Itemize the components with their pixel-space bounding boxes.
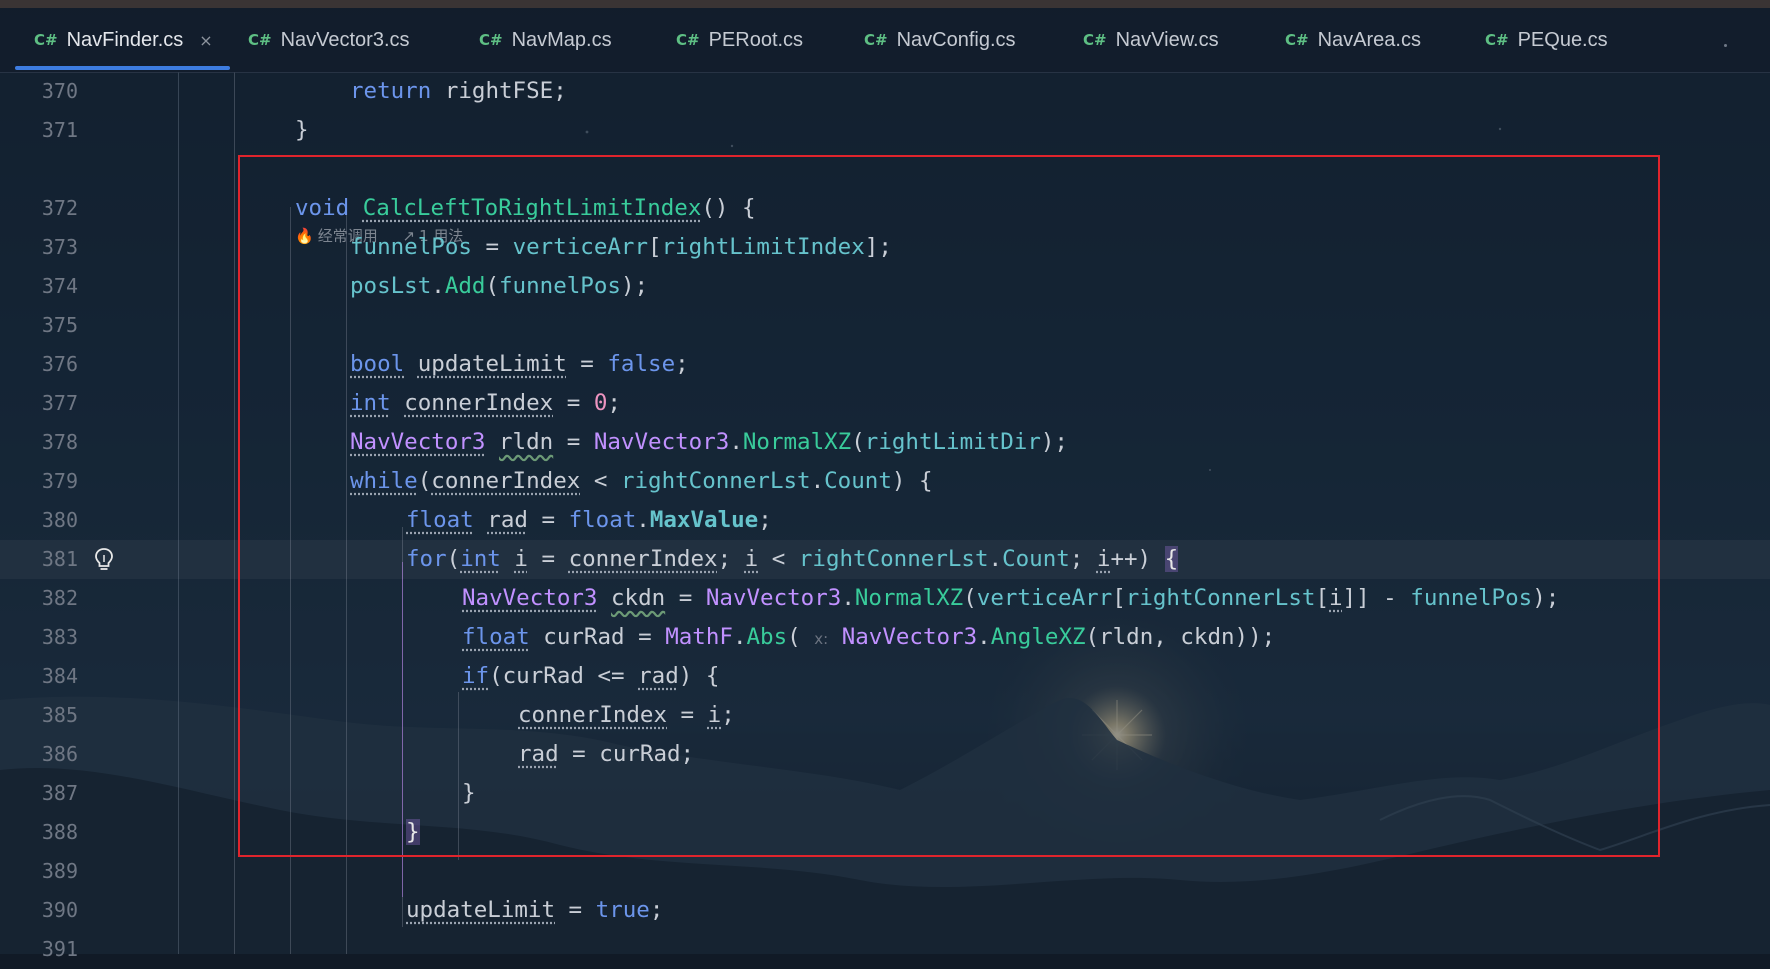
code-line[interactable]: 375 [0, 306, 1770, 345]
code-line[interactable]: 388} [0, 813, 1770, 852]
line-number: 386 [41, 742, 78, 766]
tab-label: PEQue.cs [1517, 28, 1608, 51]
code-line[interactable]: 382 NavVector3 ckdn = NavVector3.NormalXZ… [0, 579, 1770, 618]
code-line[interactable]: 371} [0, 111, 1770, 150]
csharp-file-icon: C# [479, 31, 503, 49]
code-text[interactable]: int connerIndex = 0; [350, 384, 621, 423]
code-line[interactable]: 378 NavVector3 rldn = NavVector3.NormalXZ… [0, 423, 1770, 462]
code-text[interactable]: posLst.Add(funnelPos); [350, 267, 648, 306]
line-number: 375 [41, 313, 78, 337]
line-number: 371 [41, 118, 78, 142]
tab-peroot[interactable]: C# PERoot.cs [676, 8, 803, 72]
tab-label: NavFinder.cs [66, 28, 184, 51]
tab-label: NavArea.cs [1317, 28, 1421, 51]
csharp-file-icon: C# [1285, 31, 1309, 49]
code-editor[interactable]: 🔥 经常调用 ↗ 1 用法 370 return rightFSE; 371} 372 vo… [0, 72, 1770, 961]
tab-label: NavConfig.cs [896, 28, 1016, 51]
csharp-file-icon: C# [34, 31, 58, 49]
line-number: 387 [41, 781, 78, 805]
code-line[interactable]: 386 rad = curRad; [0, 735, 1770, 774]
code-text[interactable]: } [295, 111, 309, 150]
line-number: 374 [41, 274, 78, 298]
code-text[interactable]: NavVector3 rldn = NavVector3.NormalXZ(ri… [350, 423, 1068, 462]
code-text[interactable]: return rightFSE; [350, 72, 567, 111]
line-number: 391 [41, 937, 78, 961]
tab-label: NavView.cs [1115, 28, 1219, 51]
line-number: 376 [41, 352, 78, 376]
code-line[interactable]: 370 return rightFSE; [0, 72, 1770, 111]
tab-navfinder[interactable]: C# NavFinder.cs × [34, 8, 213, 72]
code-text[interactable]: void CalcLeftToRightLimitIndex() { [295, 189, 756, 228]
close-icon[interactable]: × [199, 31, 212, 50]
tab-navconfig[interactable]: C# NavConfig.cs [864, 8, 1016, 72]
tab-label: NavMap.cs [511, 28, 612, 51]
code-line[interactable]: 389 [0, 852, 1770, 891]
tab-label: PERoot.cs [708, 28, 804, 51]
line-number: 383 [41, 625, 78, 649]
line-number: 380 [41, 508, 78, 532]
line-number: 381 [41, 547, 78, 571]
code-text[interactable]: float rad = float.MaxValue; [406, 501, 772, 540]
line-number: 388 [41, 820, 78, 844]
code-line[interactable]: 381 for(int i = connerIndex; i < rightCon… [0, 540, 1770, 579]
code-line[interactable]: 379 while(connerIndex < rightConnerLst.Co… [0, 462, 1770, 501]
code-text[interactable]: updateLimit = true; [406, 891, 663, 930]
code-text[interactable]: connerIndex = i; [518, 696, 735, 735]
line-number: 390 [41, 898, 78, 922]
code-line[interactable]: 372 void CalcLeftToRightLimitIndex() { [0, 189, 1770, 228]
csharp-file-icon: C# [864, 31, 888, 49]
code-line[interactable]: 374 posLst.Add(funnelPos); [0, 267, 1770, 306]
window-top-bar [0, 0, 1770, 8]
line-number: 373 [41, 235, 78, 259]
code-text[interactable]: float curRad = MathF.Abs( x: NavVector3.… [462, 618, 1275, 659]
line-number: 372 [41, 196, 78, 220]
code-text[interactable]: for(int i = connerIndex; i < rightConner… [406, 540, 1179, 579]
line-number: 379 [41, 469, 78, 493]
tab-navarea[interactable]: C# NavArea.cs [1285, 8, 1421, 72]
code-line[interactable]: 383 float curRad = MathF.Abs( x: NavVecto… [0, 618, 1770, 657]
code-text[interactable]: rad = curRad; [518, 735, 694, 774]
code-text[interactable]: bool updateLimit = false; [350, 345, 689, 384]
code-text[interactable]: funnelPos = verticeArr[rightLimitIndex]; [350, 228, 892, 267]
line-number: 378 [41, 430, 78, 454]
tab-navvector3[interactable]: C# NavVector3.cs [248, 8, 410, 72]
active-tab-indicator [15, 66, 230, 70]
code-text[interactable]: while(connerIndex < rightConnerLst.Count… [350, 462, 933, 501]
line-number: 385 [41, 703, 78, 727]
code-line[interactable]: 376 bool updateLimit = false; [0, 345, 1770, 384]
code-text[interactable]: NavVector3 ckdn = NavVector3.NormalXZ(ve… [462, 579, 1559, 618]
tab-peque[interactable]: C# PEQue.cs [1485, 8, 1608, 72]
editor-tab-bar: C# NavFinder.cs × C# NavVector3.cs C# Na… [0, 8, 1770, 73]
code-line[interactable]: 391 [0, 930, 1770, 969]
code-text[interactable]: } [406, 813, 420, 852]
tab-label: NavVector3.cs [280, 28, 410, 51]
tab-navmap[interactable]: C# NavMap.cs [479, 8, 612, 72]
code-line[interactable]: 385 connerIndex = i; [0, 696, 1770, 735]
csharp-file-icon: C# [1485, 31, 1509, 49]
line-number: 382 [41, 586, 78, 610]
line-number: 377 [41, 391, 78, 415]
code-text[interactable]: } [462, 774, 476, 813]
line-number: 370 [41, 79, 78, 103]
code-line[interactable]: 380 float rad = float.MaxValue; [0, 501, 1770, 540]
line-number: 384 [41, 664, 78, 688]
code-line[interactable]: 390 updateLimit = true; [0, 891, 1770, 930]
code-text[interactable]: if(curRad <= rad) { [462, 657, 719, 696]
tab-navview[interactable]: C# NavView.cs [1083, 8, 1219, 72]
line-number: 389 [41, 859, 78, 883]
code-line[interactable]: 384 if(curRad <= rad) { [0, 657, 1770, 696]
csharp-file-icon: C# [676, 31, 700, 49]
tab-overflow-dot [1724, 44, 1727, 47]
csharp-file-icon: C# [1083, 31, 1107, 49]
code-line[interactable]: 387} [0, 774, 1770, 813]
code-line[interactable]: 373 funnelPos = verticeArr[rightLimitInde… [0, 228, 1770, 267]
code-line[interactable]: 377 int connerIndex = 0; [0, 384, 1770, 423]
lightbulb-icon[interactable] [92, 547, 116, 573]
csharp-file-icon: C# [248, 31, 272, 49]
